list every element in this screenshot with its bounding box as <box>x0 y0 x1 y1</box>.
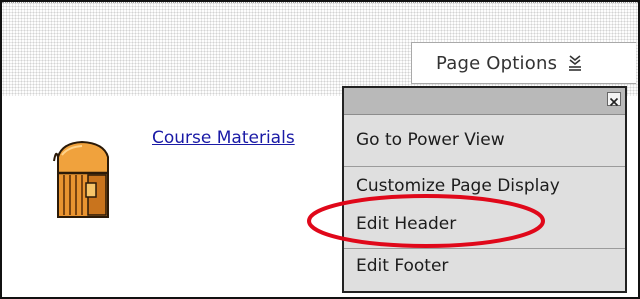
menu-divider <box>344 166 625 167</box>
menu-divider <box>344 248 625 249</box>
page-frame: Page Options Course Materials Go to Powe… <box>0 0 640 299</box>
treasure-chest-icon[interactable] <box>52 139 112 221</box>
menu-item-go-to-power-view[interactable]: Go to Power View <box>356 130 505 150</box>
menu-item-edit-footer[interactable]: Edit Footer <box>356 256 448 276</box>
double-chevron-down-icon <box>567 54 583 72</box>
page-options-label: Page Options <box>436 52 558 74</box>
page-options-button[interactable]: Page Options <box>411 42 636 84</box>
page-options-menu: Go to Power View Customize Page Display … <box>342 86 627 293</box>
course-materials-link[interactable]: Course Materials <box>152 128 295 148</box>
close-icon[interactable] <box>607 92 621 107</box>
top-divider <box>2 2 638 3</box>
menu-item-edit-header[interactable]: Edit Header <box>356 214 456 234</box>
menu-titlebar <box>344 88 625 115</box>
menu-item-customize-page-display[interactable]: Customize Page Display <box>356 176 560 196</box>
